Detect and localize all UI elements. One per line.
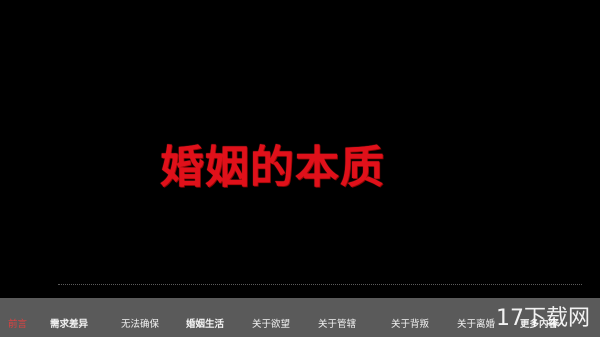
site-watermark: 17下载网 <box>496 306 590 331</box>
chapter-item-desire[interactable]: 关于欲望 <box>252 318 290 332</box>
chapter-item-jurisdiction[interactable]: 关于管辖 <box>318 318 356 332</box>
video-player[interactable]: 婚姻的本质 前言 需求差异 无法确保 婚姻生活 关于欲望 关于管辖 关于背叛 关… <box>0 0 600 337</box>
video-title-text: 婚姻的本质 <box>160 142 385 193</box>
video-frame[interactable]: 婚姻的本质 <box>0 0 600 298</box>
chapter-item-cannot-ensure[interactable]: 无法确保 <box>121 318 159 332</box>
chapter-item-divorce[interactable]: 关于离婚 <box>457 318 495 332</box>
progress-track[interactable] <box>58 284 582 285</box>
chapter-item-betrayal[interactable]: 关于背叛 <box>391 318 429 332</box>
chapter-item-preface[interactable]: 前言 <box>8 318 27 332</box>
chapter-item-married-life[interactable]: 婚姻生活 <box>186 318 224 332</box>
chapter-item-need-difference[interactable]: 需求差异 <box>50 318 88 332</box>
